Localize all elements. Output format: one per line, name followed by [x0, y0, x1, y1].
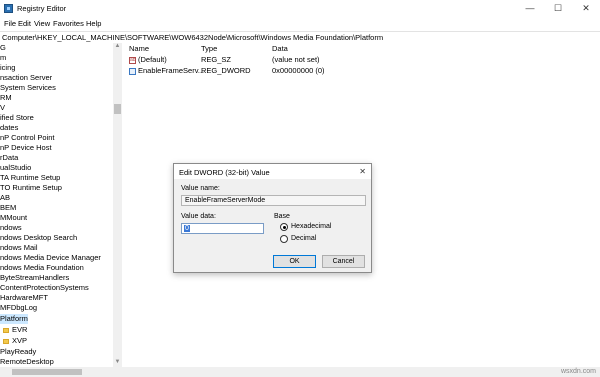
tree-item[interactable]: MFDbgLog [0, 303, 37, 313]
list-item[interactable]: EnableFrameServ... REG_DWORD 0x00000000 … [125, 66, 425, 76]
value-name-label: Value name: [181, 185, 220, 192]
value-type: REG_SZ [201, 55, 232, 64]
tree-item[interactable]: HardwareMFT [0, 293, 48, 303]
dialog-title: Edit DWORD (32-bit) Value [179, 168, 270, 177]
value-data-input[interactable]: 0 [181, 223, 264, 234]
registry-tree[interactable]: G m icing nsaction Server System Service… [0, 43, 113, 367]
tree-item[interactable]: ndows Media Device Manager [0, 253, 101, 263]
tree-item[interactable]: ndows Media Foundation [0, 263, 84, 273]
value-name-field: EnableFrameServerMode [181, 195, 366, 206]
tree-item[interactable]: ndows Mail [0, 243, 38, 253]
window-title: Registry Editor [17, 4, 67, 13]
scrollbar-thumb[interactable] [12, 369, 82, 375]
tree-item[interactable]: m [0, 53, 6, 63]
value-data-text: 0 [184, 225, 190, 232]
tree-item[interactable]: nsaction Server [0, 73, 52, 83]
value-name-cell: EnableFrameServ... [129, 66, 204, 75]
menu-help[interactable]: Help [86, 19, 101, 28]
scroll-up-icon[interactable]: ▲ [113, 43, 122, 51]
column-header-type[interactable]: Type [201, 44, 217, 53]
column-header-name[interactable]: Name [129, 44, 149, 53]
tree-item[interactable]: nP Device Host [0, 143, 52, 153]
title-bar: Registry Editor — ☐ ✕ [0, 0, 600, 17]
value-data: (value not set) [272, 55, 320, 64]
string-value-icon: ab [129, 56, 136, 64]
value-name-cell: ab (Default) [129, 55, 167, 64]
tree-item[interactable]: ified Store [0, 113, 34, 123]
tree-item[interactable]: RM [0, 93, 12, 103]
menu-file[interactable]: File [4, 19, 16, 28]
tree-item-label: EVR [12, 325, 28, 334]
hexadecimal-label[interactable]: Hexadecimal [291, 223, 331, 230]
horizontal-scrollbar[interactable] [0, 367, 600, 377]
tree-item[interactable]: ndows [0, 223, 22, 233]
tree-item[interactable]: MMount [0, 213, 27, 223]
tree-item[interactable]: TO Runtime Setup [0, 183, 62, 193]
minimize-button[interactable]: — [516, 0, 544, 17]
decimal-label[interactable]: Decimal [291, 235, 316, 242]
tree-item-xvp[interactable]: XVP [3, 336, 27, 346]
hexadecimal-radio[interactable] [280, 223, 288, 231]
menu-view[interactable]: View [34, 19, 50, 28]
value-data: 0x00000000 (0) [272, 66, 325, 75]
tree-item[interactable]: dates [0, 123, 18, 133]
scroll-down-icon[interactable]: ▼ [113, 359, 122, 367]
menu-bar: File Edit View Favorites Help [0, 17, 600, 30]
tree-item[interactable]: AB [0, 193, 10, 203]
tree-item[interactable]: icing [0, 63, 15, 73]
tree-item[interactable]: G [0, 43, 6, 53]
tree-item[interactable]: System Services [0, 83, 56, 93]
tree-item[interactable]: rData [0, 153, 18, 163]
watermark: wsxdn.com [560, 368, 596, 375]
tree-item[interactable]: V [0, 103, 5, 113]
tree-item[interactable]: ContentProtectionSystems [0, 283, 89, 293]
menu-edit[interactable]: Edit [18, 19, 31, 28]
list-item[interactable]: ab (Default) REG_SZ (value not set) [125, 55, 425, 65]
tree-item[interactable]: TA Runtime Setup [0, 173, 60, 183]
maximize-button[interactable]: ☐ [544, 0, 572, 17]
tree-item-evr[interactable]: EVR [3, 325, 27, 335]
ok-button[interactable]: OK [273, 255, 316, 268]
close-button[interactable]: ✕ [572, 0, 600, 17]
registry-editor-icon [4, 4, 13, 13]
dword-value-icon [129, 67, 136, 75]
column-header-data[interactable]: Data [272, 44, 288, 53]
dialog-title-bar: Edit DWORD (32-bit) Value ✕ [174, 164, 371, 179]
base-label: Base [274, 213, 290, 220]
decimal-radio[interactable] [280, 235, 288, 243]
cancel-button[interactable]: Cancel [322, 255, 365, 268]
tree-vertical-scrollbar[interactable]: ▲ ▼ [113, 43, 122, 367]
tree-item-label: XVP [12, 336, 28, 345]
tree-item[interactable]: ndows Desktop Search [0, 233, 77, 243]
tree-item[interactable]: RemoteDesktop [0, 357, 54, 367]
value-name: EnableFrameServ... [138, 66, 205, 75]
scrollbar-thumb[interactable] [114, 104, 121, 114]
menu-favorites[interactable]: Favorites [53, 19, 84, 28]
tree-item[interactable]: ByteStreamHandlers [0, 273, 69, 283]
tree-item[interactable]: nP Control Point [0, 133, 54, 143]
dialog-close-icon[interactable]: ✕ [359, 167, 366, 176]
address-path[interactable]: Computer\HKEY_LOCAL_MACHINE\SOFTWARE\WOW… [2, 33, 383, 42]
value-type: REG_DWORD [201, 66, 251, 75]
folder-icon [3, 327, 9, 333]
value-name: (Default) [138, 55, 167, 64]
folder-icon [3, 338, 9, 344]
edit-dword-dialog: Edit DWORD (32-bit) Value ✕ Value name: … [173, 163, 372, 273]
tree-item-platform[interactable]: Platform [0, 314, 28, 324]
tree-item[interactable]: ualStudio [0, 163, 31, 173]
tree-item[interactable]: PlayReady [0, 347, 36, 357]
tree-item[interactable]: BEM [0, 203, 16, 213]
value-data-label: Value data: [181, 213, 216, 220]
